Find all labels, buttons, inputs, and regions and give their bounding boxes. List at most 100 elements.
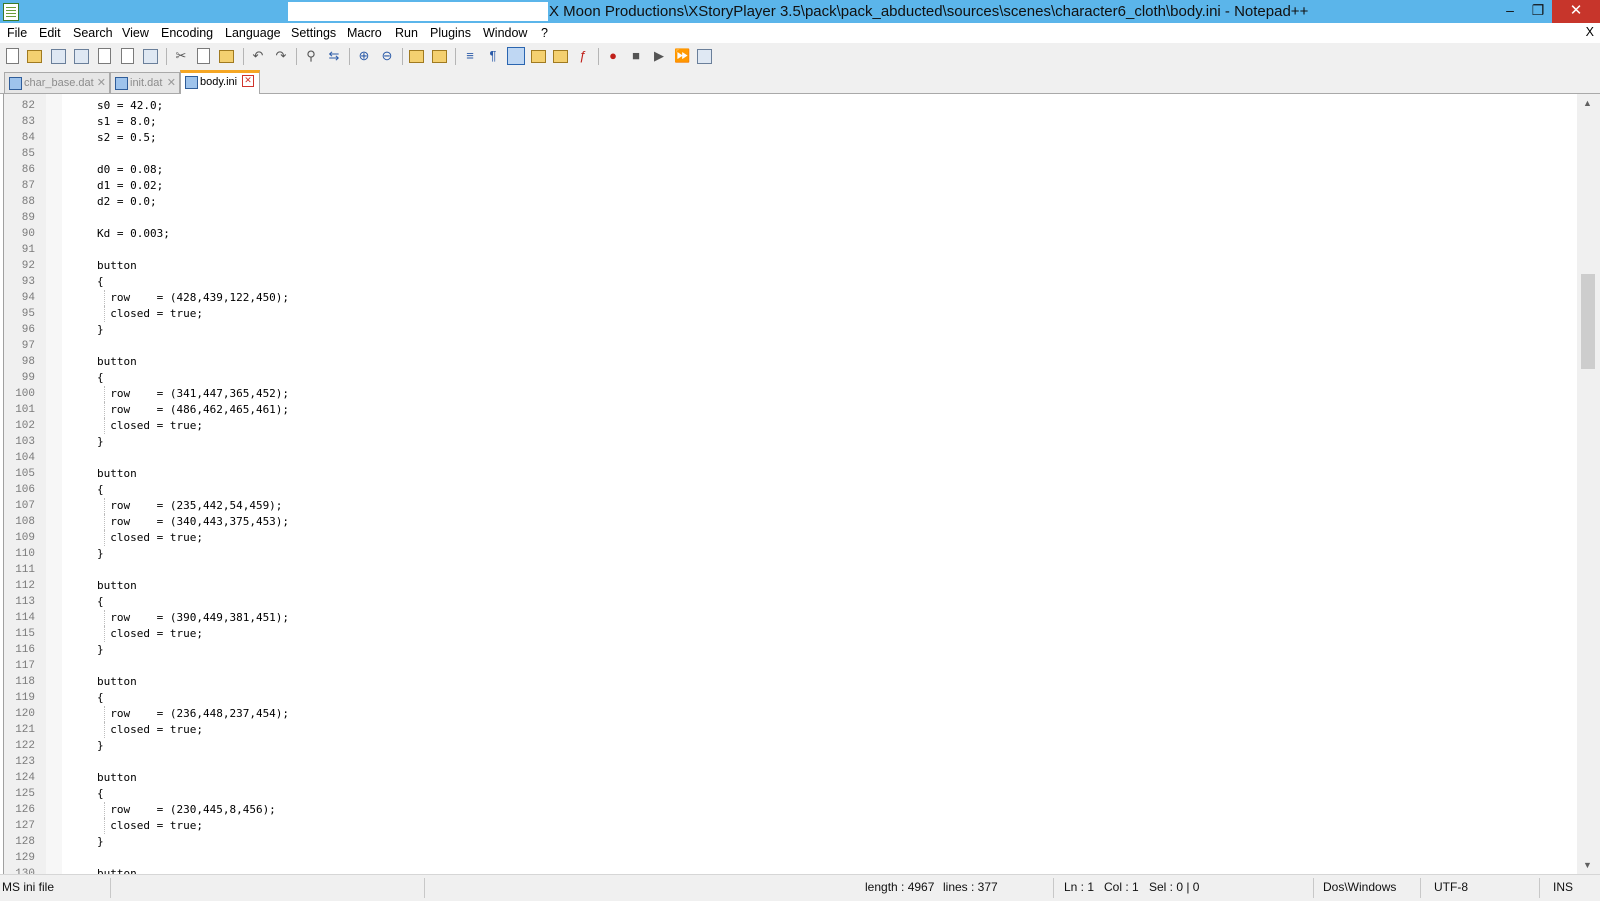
menu-help[interactable]: ? xyxy=(541,25,548,41)
code-line[interactable]: 121 closed = true; xyxy=(0,722,1570,738)
code-line[interactable]: 99 { xyxy=(0,370,1570,386)
indent-guide-icon[interactable] xyxy=(507,47,525,65)
code-line[interactable]: 127 closed = true; xyxy=(0,818,1570,834)
menu-settings[interactable]: Settings xyxy=(291,25,336,41)
code-line[interactable]: 92 button xyxy=(0,258,1570,274)
code-line[interactable]: 105 button xyxy=(0,466,1570,482)
tab-char-base-dat[interactable]: char_base.dat ✕ xyxy=(4,72,110,93)
code-line[interactable]: 85 xyxy=(0,146,1570,162)
menu-view[interactable]: View xyxy=(122,25,149,41)
code-line[interactable]: 94 row = (428,439,122,450); xyxy=(0,290,1570,306)
function-list-icon[interactable]: ƒ xyxy=(575,48,591,64)
scroll-down-arrow-icon[interactable]: ▼ xyxy=(1583,860,1592,870)
code-line[interactable]: 125 { xyxy=(0,786,1570,802)
scroll-up-arrow-icon[interactable]: ▲ xyxy=(1583,98,1592,108)
code-line[interactable]: 96} xyxy=(0,322,1570,338)
status-insert-mode[interactable]: INS xyxy=(1553,880,1573,894)
code-line[interactable]: 100 row = (341,447,365,452); xyxy=(0,386,1570,402)
code-line[interactable]: 122} xyxy=(0,738,1570,754)
code-line[interactable]: 84 s2 = 0.5; xyxy=(0,130,1570,146)
scrollbar-thumb[interactable] xyxy=(1581,274,1595,369)
save-icon[interactable] xyxy=(51,49,66,64)
code-line[interactable]: 97 xyxy=(0,338,1570,354)
code-line[interactable]: 120 row = (236,448,237,454); xyxy=(0,706,1570,722)
code-line[interactable]: 106 { xyxy=(0,482,1570,498)
close-all-icon[interactable] xyxy=(121,48,134,64)
open-file-icon[interactable] xyxy=(27,50,42,63)
close-window-button[interactable]: ✕ xyxy=(1552,0,1600,23)
code-line[interactable]: 108 row = (340,443,375,453); xyxy=(0,514,1570,530)
save-macro-icon[interactable] xyxy=(697,49,712,64)
sync-horizontal-icon[interactable] xyxy=(432,50,447,63)
code-line[interactable]: 110} xyxy=(0,546,1570,562)
run-macro-multiple-icon[interactable]: ⏩ xyxy=(674,48,690,64)
code-line[interactable]: 87 d1 = 0.02; xyxy=(0,178,1570,194)
menu-search[interactable]: Search xyxy=(73,25,113,41)
close-file-icon[interactable] xyxy=(98,48,111,64)
code-line[interactable]: 90 Kd = 0.003; xyxy=(0,226,1570,242)
paste-icon[interactable] xyxy=(219,50,234,63)
code-line[interactable]: 103} xyxy=(0,434,1570,450)
sync-vertical-icon[interactable] xyxy=(409,50,424,63)
code-line[interactable]: 101 row = (486,462,465,461); xyxy=(0,402,1570,418)
code-line[interactable]: 111 xyxy=(0,562,1570,578)
code-line[interactable]: 112 button xyxy=(0,578,1570,594)
status-eol-format[interactable]: Dos\Windows xyxy=(1323,880,1396,894)
code-line[interactable]: 93 { xyxy=(0,274,1570,290)
record-macro-icon[interactable]: ● xyxy=(605,48,621,64)
notepadpp-app-icon[interactable] xyxy=(3,3,19,21)
code-line[interactable]: 83 s1 = 8.0; xyxy=(0,114,1570,130)
code-line[interactable]: 126 row = (230,445,8,456); xyxy=(0,802,1570,818)
code-line[interactable]: 115 closed = true; xyxy=(0,626,1570,642)
tab-close-icon[interactable]: ✕ xyxy=(97,73,106,93)
replace-icon[interactable]: ⇆ xyxy=(326,48,342,64)
word-wrap-icon[interactable]: ≡ xyxy=(462,48,478,64)
redo-icon[interactable]: ↷ xyxy=(273,48,289,64)
code-line[interactable]: 89 xyxy=(0,210,1570,226)
status-encoding[interactable]: UTF-8 xyxy=(1434,880,1468,894)
find-icon[interactable]: ⚲ xyxy=(303,48,319,64)
tab-close-icon[interactable]: ✕ xyxy=(242,75,254,87)
code-line[interactable]: 129 xyxy=(0,850,1570,866)
code-line[interactable]: 128} xyxy=(0,834,1570,850)
save-all-icon[interactable] xyxy=(74,49,89,64)
close-document-button[interactable]: X xyxy=(1586,25,1594,39)
code-line[interactable]: 109 closed = true; xyxy=(0,530,1570,546)
new-file-icon[interactable] xyxy=(6,48,19,64)
code-line[interactable]: 114 row = (390,449,381,451); xyxy=(0,610,1570,626)
code-line[interactable]: 113 { xyxy=(0,594,1570,610)
code-line[interactable]: 102 closed = true; xyxy=(0,418,1570,434)
menu-edit[interactable]: Edit xyxy=(39,25,61,41)
code-line[interactable]: 130 button xyxy=(0,866,1570,874)
cut-icon[interactable]: ✂ xyxy=(173,48,189,64)
stop-recording-icon[interactable]: ■ xyxy=(628,48,644,64)
tab-close-icon[interactable]: ✕ xyxy=(167,73,176,93)
copy-icon[interactable] xyxy=(197,48,210,64)
code-line[interactable]: 82 s0 = 42.0; xyxy=(0,98,1570,114)
code-line[interactable]: 118 button xyxy=(0,674,1570,690)
code-line[interactable]: 119 { xyxy=(0,690,1570,706)
menu-window[interactable]: Window xyxy=(483,25,527,41)
code-line[interactable]: 107 row = (235,442,54,459); xyxy=(0,498,1570,514)
playback-macro-icon[interactable]: ▶ xyxy=(651,48,667,64)
folder-as-workspace-icon[interactable] xyxy=(553,50,568,63)
code-line[interactable]: 104 xyxy=(0,450,1570,466)
print-icon[interactable] xyxy=(143,49,158,64)
show-all-characters-icon[interactable]: ¶ xyxy=(485,48,501,64)
vertical-scrollbar[interactable]: ▲ ▼ xyxy=(1577,94,1600,874)
menu-encoding[interactable]: Encoding xyxy=(161,25,213,41)
tab-init-dat[interactable]: init.dat ✕ xyxy=(110,72,180,93)
code-line[interactable]: 91 xyxy=(0,242,1570,258)
code-line[interactable]: 116} xyxy=(0,642,1570,658)
zoom-out-icon[interactable]: ⊖ xyxy=(379,48,395,64)
menu-macro[interactable]: Macro xyxy=(347,25,382,41)
tab-body-ini[interactable]: body.ini ✕ xyxy=(180,70,260,96)
code-line[interactable]: 117 xyxy=(0,658,1570,674)
editor-pane[interactable]: 82 s0 = 42.0; 83 s1 = 8.0; 84 s2 = 0.5; 85 86 d0… xyxy=(0,94,1600,874)
code-line[interactable]: 88 d2 = 0.0; xyxy=(0,194,1570,210)
undo-icon[interactable]: ↶ xyxy=(250,48,266,64)
menu-language[interactable]: Language xyxy=(225,25,281,41)
code-line[interactable]: 124 button xyxy=(0,770,1570,786)
code-line[interactable]: 86 d0 = 0.08; xyxy=(0,162,1570,178)
code-line[interactable]: 95 closed = true; xyxy=(0,306,1570,322)
